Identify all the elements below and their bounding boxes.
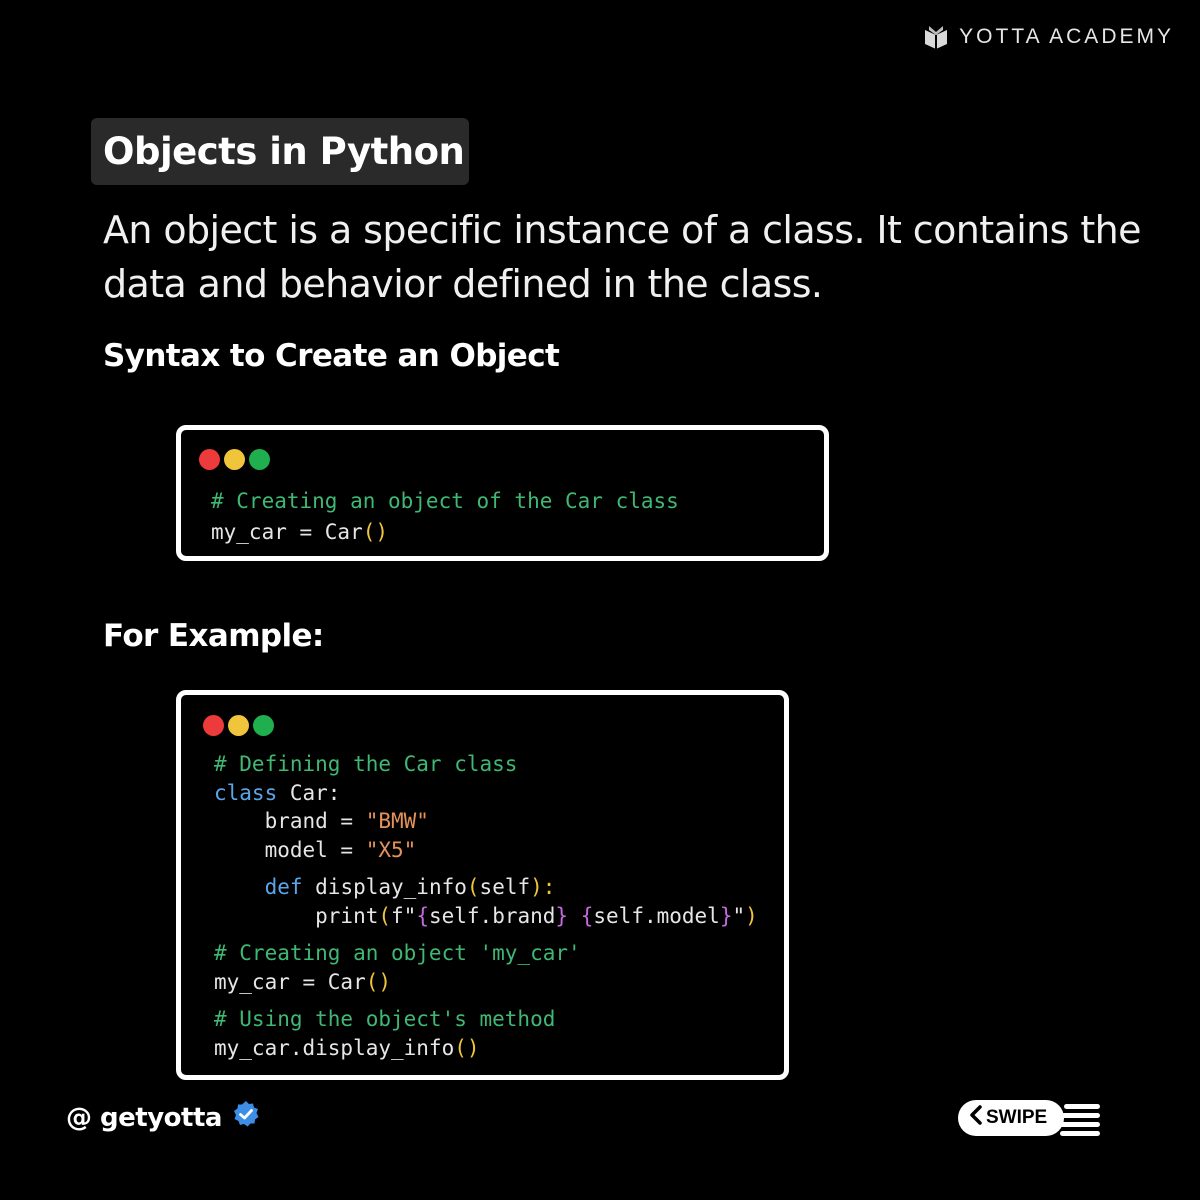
swipe-lines-icon <box>1040 1102 1100 1136</box>
social-handle[interactable]: @ getyotta <box>66 1100 260 1135</box>
description: An object is a specific instance of a cl… <box>103 208 1141 306</box>
brand: YOTTA ACADEMY <box>923 24 1174 50</box>
code-paren: ): <box>530 875 556 899</box>
maximize-dot-icon <box>249 449 270 470</box>
code-keyword: class <box>214 780 278 805</box>
code-text: self.model <box>593 903 720 928</box>
window-controls <box>199 449 270 470</box>
swipe-button[interactable]: SWIPE <box>958 1098 1100 1140</box>
code-paren: ( <box>466 875 480 899</box>
example-code: # Defining the Car class class Car: bran… <box>214 750 758 1062</box>
syntax-code-window: # Creating an object of the Car class my… <box>176 425 829 561</box>
code-text: display_info <box>302 875 467 899</box>
close-dot-icon <box>199 449 220 470</box>
code-text: self <box>479 875 531 899</box>
swipe-label: SWIPE <box>986 1107 1048 1128</box>
minimize-dot-icon <box>228 715 249 736</box>
code-line: my_car = Car <box>211 520 363 544</box>
chevron-left-icon <box>966 1104 986 1132</box>
syntax-heading: Syntax to Create an Object <box>103 338 560 374</box>
code-parens: () <box>362 520 389 544</box>
maximize-dot-icon <box>253 715 274 736</box>
close-dot-icon <box>203 715 224 736</box>
brand-name: YOTTA ACADEMY <box>959 25 1174 48</box>
code-text: Car: <box>277 780 341 805</box>
code-text: " <box>732 903 746 928</box>
code-text: self.brand <box>428 903 556 928</box>
code-comment: # Creating an object 'my_car' <box>214 941 581 965</box>
code-brace: } <box>555 903 569 928</box>
code-string: "BMW" <box>365 809 429 833</box>
book-logo-icon <box>923 24 949 50</box>
code-text: my_car = Car <box>214 969 366 994</box>
verified-badge-icon <box>232 1100 260 1135</box>
example-code-window: # Defining the Car class class Car: bran… <box>176 690 789 1080</box>
code-comment: # Creating an object of the Car class <box>211 489 679 513</box>
example-heading: For Example: <box>103 618 324 654</box>
code-string: "X5" <box>365 837 417 862</box>
code-text: brand = <box>214 809 366 833</box>
handle-text: @ getyotta <box>66 1102 222 1133</box>
code-comment: # Defining the Car class <box>214 752 518 776</box>
minimize-dot-icon <box>224 449 245 470</box>
code-paren: ( <box>378 903 392 928</box>
syntax-code: # Creating an object of the Car class my… <box>211 486 679 548</box>
code-keyword: def <box>214 875 303 899</box>
code-text: model = <box>214 837 366 862</box>
code-paren: () <box>365 969 392 994</box>
page-title: Objects in Python <box>91 118 469 185</box>
code-paren: () <box>454 1035 480 1060</box>
code-text: f" <box>391 903 417 928</box>
code-brace: } <box>719 903 733 928</box>
code-text: print <box>214 903 379 928</box>
code-brace: { <box>416 903 429 928</box>
code-comment: # Using the object's method <box>214 1007 556 1031</box>
code-text: my_car.display_info <box>214 1035 455 1060</box>
window-controls <box>203 715 274 736</box>
code-brace: { <box>580 903 594 928</box>
code-paren: ) <box>745 903 758 928</box>
